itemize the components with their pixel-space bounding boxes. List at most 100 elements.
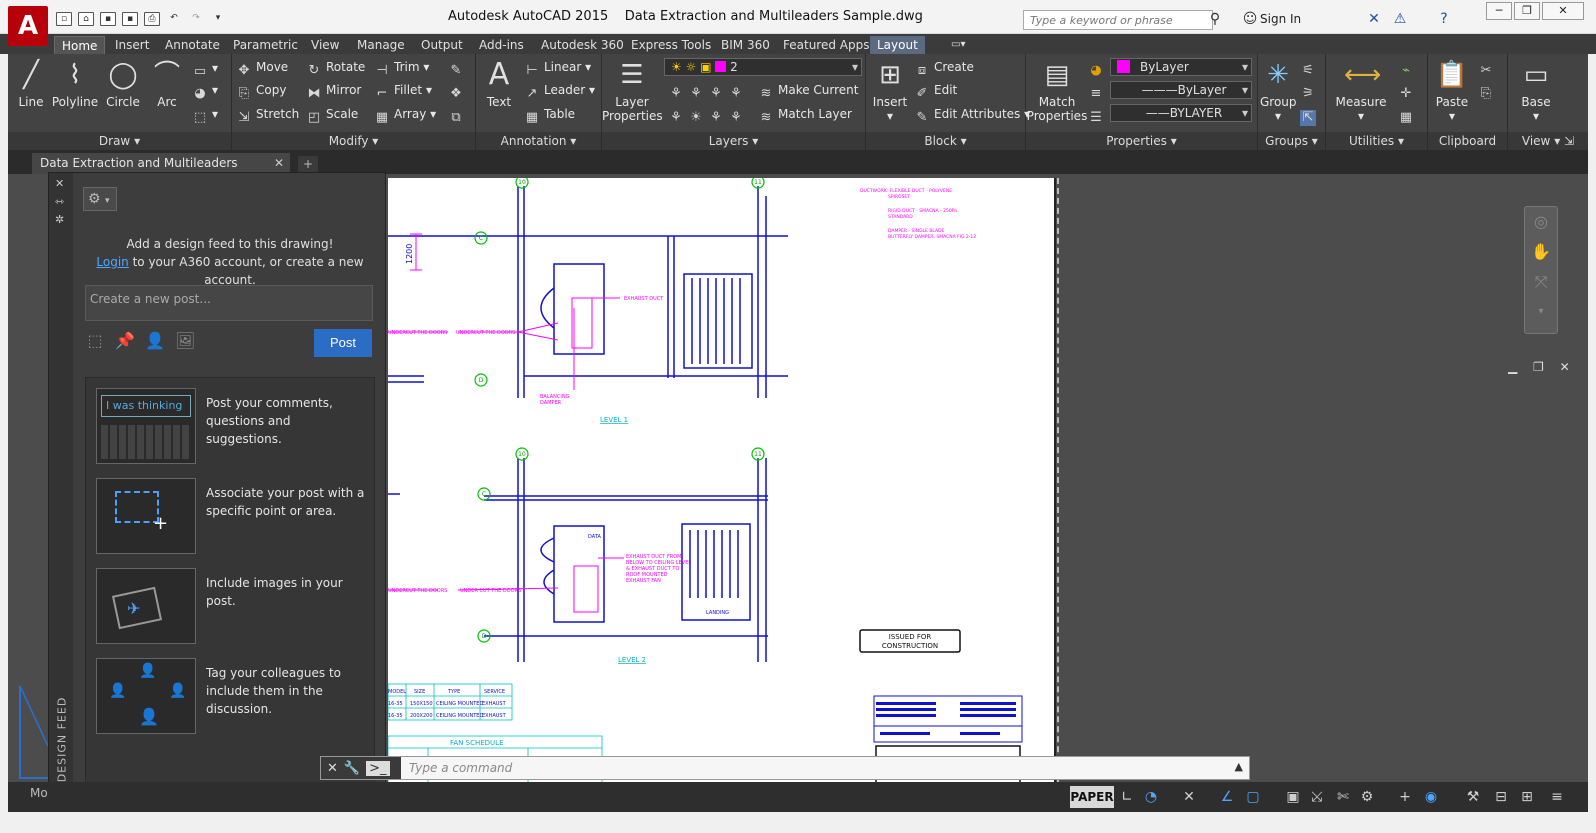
layer-properties-button[interactable]: ☰ Layer Properties (602, 58, 663, 123)
modify-panel-title[interactable]: Modify ▾ (232, 132, 475, 150)
layer-dropdown[interactable]: ☀ ☼ ▣ 2 (664, 58, 862, 76)
palette-properties-icon[interactable]: ✲ (55, 213, 64, 226)
match-properties-button[interactable]: ▤ Match Properties (1026, 58, 1088, 123)
tab-insert[interactable]: Insert (108, 36, 156, 54)
dynamic-ucs-icon[interactable]: ▢ (1244, 788, 1262, 806)
selection-cycling-icon[interactable]: ⤩ (1308, 788, 1326, 806)
pin-icon[interactable]: 📌 (115, 331, 135, 351)
paper-space-button[interactable]: PAPER (1070, 786, 1114, 808)
fillet-button[interactable]: ⌐ Fillet ▾ (374, 80, 432, 101)
save-icon[interactable]: ▪ (100, 12, 116, 26)
close-palette-icon[interactable]: ✕ (55, 177, 64, 190)
move-button[interactable]: ✥ Move (236, 57, 289, 78)
offset-icon[interactable]: ⧉ (448, 104, 468, 125)
file-tab[interactable]: Data Extraction and Multileaders Sample*… (32, 153, 290, 191)
viewport-controls[interactable]: ▁ ❐ ✕ (1508, 360, 1576, 374)
tab-express-tools[interactable]: Express Tools (624, 36, 718, 54)
tag-user-icon[interactable]: 👤 (145, 331, 165, 351)
close-tab-icon[interactable]: ✕ (274, 153, 284, 174)
undo-icon[interactable]: ↶ (166, 12, 182, 26)
tab-output[interactable]: Output (414, 36, 470, 54)
command-input[interactable]: Type a command (409, 761, 512, 775)
tab-manage[interactable]: Manage (350, 36, 412, 54)
rectangle-icon[interactable]: ▭ ▾ (192, 58, 218, 79)
paper-sheet[interactable]: 10 11 C D UNDERCUT THE DOORS UNDERCUT TH… (387, 175, 1056, 812)
layer-tools-row2[interactable]: ⚘ ☀ ⚘ ⚘ (668, 104, 748, 125)
close-window-button[interactable]: ✕ (1542, 2, 1584, 20)
lineweight-display-icon[interactable]: ▣ (1284, 788, 1302, 806)
match-layer-button[interactable]: ≋ Match Layer (758, 104, 852, 125)
hardware-acceleration-icon[interactable]: ⚒ (1464, 788, 1482, 806)
ribbon-minimize-icon[interactable]: ▭▾ (944, 36, 972, 54)
tab-home[interactable]: Home (54, 36, 106, 54)
arc-button[interactable]: ⌒ Arc (148, 58, 186, 109)
boundary-icon[interactable]: ⬚ ▾ (192, 104, 218, 125)
edit-attributes-button[interactable]: ✎ Edit Attributes ▾ (914, 104, 1031, 125)
mirror-button[interactable]: ⧓ Mirror (306, 80, 362, 101)
leader-button[interactable]: ↗ Leader ▾ (524, 80, 595, 101)
tab-add-ins[interactable]: Add-ins (472, 36, 531, 54)
open-file-icon[interactable]: ⌂ (78, 12, 94, 26)
color-wheel-icon[interactable]: ◕ (1088, 57, 1108, 78)
measure-button[interactable]: ⟷ Measure ▾ (1330, 58, 1392, 123)
linetype-icon[interactable]: ☰ (1088, 104, 1108, 125)
customization-menu-icon[interactable]: ≡ (1548, 788, 1566, 806)
copy-clip-icon[interactable]: ⎘ (1478, 80, 1498, 101)
tab-layout[interactable]: Layout (870, 36, 925, 54)
help-icon[interactable]: ? (1436, 11, 1452, 27)
new-file-icon[interactable]: ▫ (56, 12, 72, 26)
pan-icon[interactable]: ✋ (1525, 237, 1557, 267)
tab-featured-apps[interactable]: Featured Apps (776, 36, 876, 54)
polyline-button[interactable]: ⌇ Polyline (50, 58, 100, 109)
new-tab-button[interactable]: + (298, 156, 318, 172)
clean-screen-icon[interactable]: ⊟ (1492, 788, 1510, 806)
group-selection-icon[interactable]: ⇱ (1300, 104, 1320, 126)
lineweight-icon[interactable]: ≡ (1088, 80, 1108, 101)
layers-panel-title[interactable]: Layers ▾ (602, 132, 865, 150)
rotate-button[interactable]: ↻ Rotate (306, 57, 366, 78)
group-button[interactable]: ✳ Group ▾ (1260, 58, 1297, 123)
draw-panel-title[interactable]: Draw ▾ (8, 132, 231, 150)
minimize-window-button[interactable]: ─ (1486, 2, 1512, 20)
insert-block-button[interactable]: ⊞ Insert ▾ (870, 58, 910, 123)
customize-icon[interactable]: 🔧 (344, 761, 360, 776)
annotation-monitor-icon[interactable]: + (1396, 788, 1414, 806)
tab-parametric[interactable]: Parametric (226, 36, 305, 54)
exchange-apps-icon[interactable]: ✕ (1366, 11, 1382, 27)
fullscreen-icon[interactable]: ⊞ (1518, 788, 1536, 806)
new-post-input[interactable]: Create a new post... (85, 285, 373, 321)
clipboard-panel-title[interactable]: Clipboard (1428, 132, 1507, 150)
search-input[interactable]: Type a keyword or phrase (1023, 10, 1213, 30)
close-command-icon[interactable]: ✕ (327, 761, 338, 776)
explode-icon[interactable]: ❖ (448, 80, 468, 101)
groups-panel-title[interactable]: Groups ▾ (1258, 132, 1325, 150)
sign-in-link[interactable]: Sign In (1260, 12, 1301, 26)
group-edit-icon[interactable]: ⚞ (1300, 80, 1320, 101)
linear-dimension-button[interactable]: ⊢ Linear ▾ (524, 57, 591, 78)
command-history-icon[interactable]: ▲ (1235, 760, 1243, 773)
edit-block-button[interactable]: ✐ Edit (914, 80, 958, 101)
calculator-icon[interactable]: ▦ (1398, 104, 1418, 125)
redo-icon[interactable]: ↷ (188, 12, 204, 26)
tab-bim-360[interactable]: BIM 360 (714, 36, 777, 54)
a360-icon[interactable]: ⚠ (1392, 11, 1408, 27)
cut-icon[interactable]: ✂ (1478, 57, 1498, 78)
make-current-button[interactable]: ≋ Make Current (758, 80, 859, 101)
circle-button[interactable]: ◯ Circle (102, 58, 144, 109)
zoom-extents-icon[interactable]: ⤧ (1525, 267, 1557, 297)
qat-dropdown-icon[interactable]: ▾ (210, 12, 226, 26)
line-button[interactable]: ╱ Line (12, 58, 50, 109)
stretch-button[interactable]: ⇲ Stretch (236, 104, 300, 125)
paste-button[interactable]: 📋 Paste ▾ (1430, 58, 1474, 123)
login-link[interactable]: Login (96, 255, 128, 269)
plot-icon[interactable]: ⎙ (144, 12, 160, 26)
linetype-dropdown[interactable]: ———ByLayer (1110, 81, 1252, 99)
isolate-objects-icon[interactable]: ◉ (1422, 788, 1440, 806)
annotation-panel-title[interactable]: Annotation ▾ (476, 132, 601, 150)
tab-annotate[interactable]: Annotate (158, 36, 227, 54)
text-button[interactable]: A Text (480, 58, 518, 110)
select-area-icon[interactable]: ⬚ (85, 331, 105, 351)
annotation-scale-icon[interactable]: ✄ (1334, 788, 1352, 806)
quick-select-icon[interactable]: ⌁ (1398, 57, 1418, 78)
copy-button[interactable]: ⎘ Copy (236, 80, 287, 101)
